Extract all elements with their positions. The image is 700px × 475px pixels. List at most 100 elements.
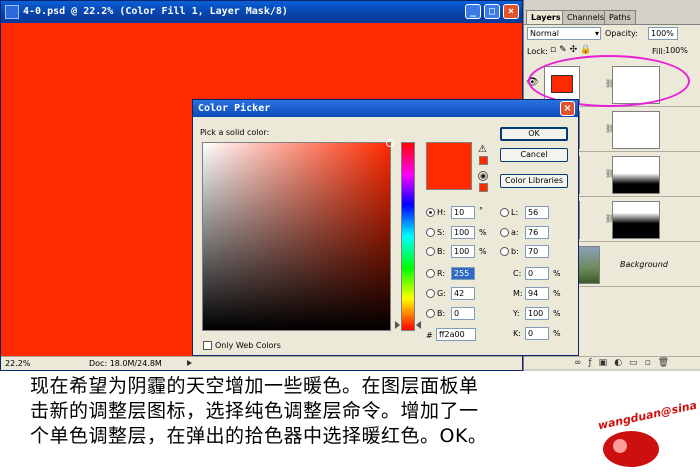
b-input[interactable]: 100 [451,245,475,258]
m-input[interactable]: 94 [525,287,549,300]
new-adjustment-icon[interactable]: ◐ [614,358,629,368]
tab-paths[interactable]: Paths [604,10,636,24]
a-input[interactable]: 76 [525,226,549,239]
maximize-button[interactable]: □ [484,4,500,19]
saturation-brightness-field[interactable] [202,139,394,331]
layers-panel-footer: ∞ƒ▣◐▭▫🗑 [524,356,700,370]
hex-label: # [426,331,433,340]
doc-size-info: Doc: 18.0M/24.8M [89,359,162,368]
s-input[interactable]: 100 [451,226,475,239]
layer-mask-thumbnail[interactable] [612,201,660,239]
y-unit: % [553,309,561,318]
blend-mode-select[interactable]: Normal [527,27,601,40]
link-icon[interactable]: ∞ [574,358,589,368]
h-input[interactable]: 10 [451,206,475,219]
color-libraries-button[interactable]: Color Libraries [500,174,568,188]
r-input[interactable]: 255 [451,267,475,280]
status-menu-arrow-icon[interactable] [187,360,192,366]
radio-s[interactable] [426,228,435,237]
b-unit: % [479,247,487,256]
minimize-button[interactable]: _ [465,4,481,19]
opacity-label: Opacity: [605,29,638,38]
m-label: M: [513,289,523,298]
logo-text: wangduan@sina [596,398,699,433]
layer-mask-thumbnail[interactable] [612,156,660,194]
caption: 现在希望为阴霾的天空增加一些暖色。在图层面板单 击新的调整层图标，选择纯色调整层… [30,374,590,449]
s-label: S: [437,228,445,237]
radio-blue[interactable] [426,309,435,318]
new-layer-icon[interactable]: ▫ [645,358,658,368]
layer-name[interactable]: Background [620,260,668,269]
color-picker-title[interactable]: Color Picker [193,100,578,117]
hex-input[interactable]: ff2a00 [436,328,476,341]
cancel-button[interactable]: Cancel [500,148,568,162]
status-bar: 22.2% Doc: 18.0M/24.8M [1,356,522,370]
blue-input[interactable]: 0 [451,307,475,320]
add-mask-icon[interactable]: ▣ [599,358,615,368]
hue-pointer-left-icon[interactable] [395,321,400,329]
document-title-bar[interactable]: 4-0.psd @ 22.2% (Color Fill 1, Layer Mas… [1,1,522,23]
c-input[interactable]: 0 [525,267,549,280]
h-label: H: [437,208,446,217]
l-label: L: [511,208,519,217]
blue-label: B: [437,309,446,318]
b-label: B: [437,247,446,256]
radio-l[interactable] [500,208,509,217]
web-cube-icon[interactable]: ◉ [478,171,488,181]
logo-seal-icon [603,431,659,467]
web-safe-swatch[interactable] [479,183,488,192]
color-cursor[interactable] [386,139,394,147]
hue-slider[interactable] [401,142,415,331]
s-unit: % [479,228,487,237]
caption-line: 现在希望为阴霾的天空增加一些暖色。在图层面板单 [30,375,479,397]
lab-b-input[interactable]: 70 [525,245,549,258]
lock-icons[interactable]: ▫✎✣🔒 [550,45,594,55]
caption-line: 个单色调整层，在弹出的拾色器中选择暖红色。OK。 [30,425,488,447]
h-unit: ° [479,206,483,215]
a-label: a: [511,228,519,237]
c-label: C: [513,269,522,278]
g-input[interactable]: 42 [451,287,475,300]
r-label: R: [437,269,446,278]
fill-input[interactable]: 100% [665,45,688,57]
l-input[interactable]: 56 [525,206,549,219]
author-logo: wangduan@sina [575,399,700,475]
caption-line: 击新的调整层图标，选择纯色调整层命令。增加了一 [30,400,479,422]
color-picker-dialog: Color Picker × Pick a solid color: ⚠ ◉ O… [192,99,579,356]
m-unit: % [553,289,561,298]
hue-pointer-right-icon[interactable] [416,321,421,329]
gamut-swatch[interactable] [479,156,488,165]
y-label: Y: [513,309,520,318]
opacity-input[interactable]: 100% [648,27,678,40]
close-icon[interactable]: × [560,101,575,116]
warning-icon[interactable]: ⚠ [478,144,487,155]
add-style-icon[interactable]: ƒ [589,358,599,368]
ok-button[interactable]: OK [500,127,568,141]
g-label: G: [437,289,446,298]
zoom-level[interactable]: 22.2% [5,357,30,370]
radio-a[interactable] [500,228,509,237]
tab-layers[interactable]: Layers [526,10,566,24]
photoshop-icon [5,5,19,19]
lock-label: Lock: [527,47,548,56]
radio-r[interactable] [426,269,435,278]
only-web-colors-label[interactable]: Only Web Colors [215,341,281,350]
radio-g[interactable] [426,289,435,298]
new-color-swatch [426,142,472,190]
close-button[interactable]: × [503,4,519,19]
layer-mask-thumbnail[interactable] [612,111,660,149]
k-unit: % [553,329,561,338]
trash-icon[interactable]: 🗑 [658,358,676,368]
radio-h[interactable] [426,208,435,217]
y-input[interactable]: 100 [525,307,549,320]
radio-b[interactable] [426,247,435,256]
fill-label: Fill: [652,47,666,56]
only-web-colors-checkbox[interactable] [203,341,212,350]
document-title: 4-0.psd @ 22.2% (Color Fill 1, Layer Mas… [23,6,288,17]
radio-lab-b[interactable] [500,247,509,256]
c-unit: % [553,269,561,278]
tab-channels[interactable]: Channels [562,10,610,24]
k-label: K: [513,329,521,338]
k-input[interactable]: 0 [525,327,549,340]
new-group-icon[interactable]: ▭ [629,358,645,368]
